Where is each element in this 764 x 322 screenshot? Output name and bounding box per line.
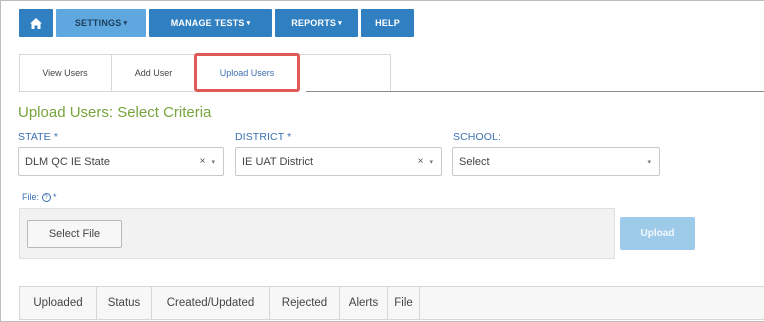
chevron-down-icon: ▾ (211, 158, 215, 166)
nav-settings-label: SETTINGS (74, 18, 122, 28)
nav-reports-label: REPORTS (291, 18, 337, 28)
chevron-down-icon: ▾ (123, 20, 128, 27)
page-title: Upload Users: Select Criteria (18, 104, 212, 121)
state-label-text: STATE (18, 131, 51, 143)
tab-view-users-label: View Users (42, 67, 88, 78)
column-header-uploaded[interactable]: Uploaded (20, 287, 97, 319)
file-label: File: ? * (22, 192, 57, 203)
column-header-created-updated[interactable]: Created/Updated (152, 287, 270, 319)
school-label: SCHOOL: (453, 131, 501, 143)
column-header-filler (420, 287, 764, 319)
tab-add-user[interactable]: Add User (112, 54, 195, 91)
nav-manage-tests-label: MANAGE TESTS (170, 18, 245, 28)
file-label-text: File: (22, 192, 40, 202)
clear-icon[interactable]: × (418, 156, 424, 167)
district-select-value: IE UAT District (242, 155, 314, 168)
tab-upload-users[interactable]: Upload Users (194, 53, 300, 92)
tab-add-user-label: Add User (134, 67, 173, 78)
required-marker: * (287, 131, 292, 143)
chevron-down-icon: ▾ (246, 20, 251, 27)
school-select[interactable]: Select ▾ (452, 147, 660, 176)
nav-help[interactable]: HELP (361, 9, 414, 37)
district-label-text: DISTRICT (235, 131, 285, 143)
nav-help-label: HELP (375, 18, 400, 28)
chevron-down-icon: ▾ (338, 20, 342, 27)
help-icon[interactable]: ? (41, 193, 51, 203)
main-nav: SETTINGS ▾ MANAGE TESTS ▾ REPORTS ▾ HELP (19, 9, 414, 37)
home-icon (30, 17, 42, 29)
tab-upload-users-label: Upload Users (219, 67, 275, 78)
tab-view-users[interactable]: View Users (19, 54, 112, 91)
tab-divider (306, 91, 764, 92)
state-select-value: DLM QC IE State (25, 155, 110, 168)
nav-reports[interactable]: REPORTS ▾ (275, 9, 358, 37)
column-header-rejected[interactable]: Rejected (270, 287, 340, 319)
tab-divider (19, 91, 195, 92)
nav-manage-tests[interactable]: MANAGE TESTS ▾ (149, 9, 272, 37)
chevron-down-icon: ▾ (647, 158, 651, 166)
clear-icon[interactable]: × (200, 156, 206, 167)
district-label: DISTRICT * (235, 131, 291, 143)
chevron-down-icon: ▾ (429, 158, 433, 166)
home-button[interactable] (19, 9, 53, 37)
nav-settings[interactable]: SETTINGS ▾ (56, 9, 146, 37)
column-header-alerts[interactable]: Alerts (340, 287, 388, 319)
required-marker: * (53, 192, 57, 202)
required-marker: * (53, 131, 58, 143)
state-select[interactable]: DLM QC IE State × ▾ (18, 147, 224, 176)
column-header-file[interactable]: File (388, 287, 420, 319)
district-select[interactable]: IE UAT District × ▾ (235, 147, 442, 176)
upload-button[interactable]: Upload (620, 217, 695, 250)
column-header-status[interactable]: Status (97, 287, 152, 319)
select-file-button[interactable]: Select File (27, 220, 122, 248)
state-label: STATE * (18, 131, 58, 143)
school-select-value: Select (459, 155, 490, 168)
uploads-table-header: Uploaded Status Created/Updated Rejected… (19, 286, 764, 320)
